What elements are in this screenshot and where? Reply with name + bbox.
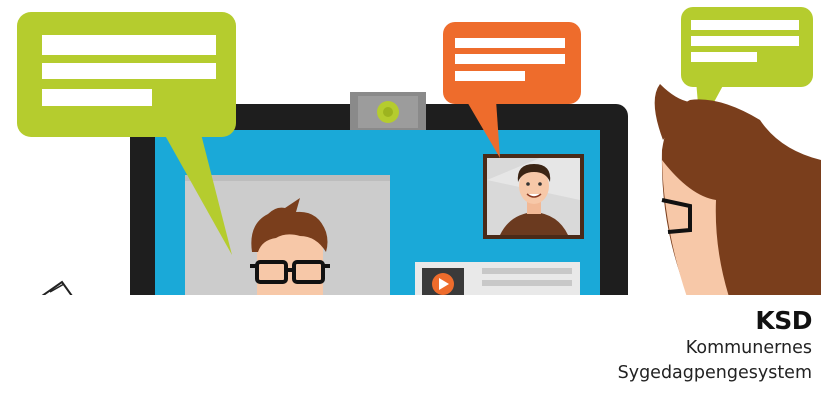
brand-block: KSD Kommunernes Sygedagpengesystem bbox=[617, 306, 813, 386]
brand-name-line-1: Kommunernes bbox=[685, 338, 812, 358]
brand-name-line-2: Sygedagpengesystem bbox=[617, 363, 812, 383]
brand-logo: KSD bbox=[755, 306, 812, 335]
viewer-person bbox=[654, 84, 821, 295]
play-icon bbox=[432, 273, 454, 295]
video-call-illustration bbox=[0, 0, 821, 295]
webcam-icon bbox=[350, 92, 426, 130]
paper-sheet bbox=[41, 280, 73, 295]
